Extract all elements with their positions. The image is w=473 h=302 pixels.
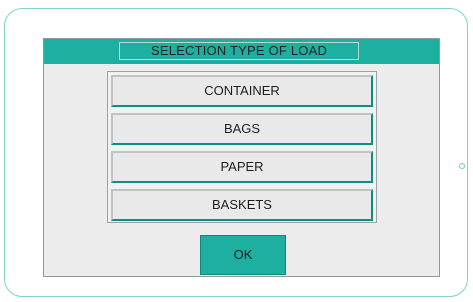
dialog-title: SELECTION TYPE OF LOAD — [119, 42, 359, 60]
option-baskets[interactable]: BASKETS — [111, 189, 373, 221]
load-type-dialog: SELECTION TYPE OF LOAD CONTAINER BAGS PA… — [43, 38, 440, 277]
camera-dot — [459, 163, 465, 169]
load-type-list: CONTAINER BAGS PAPER BASKETS — [107, 71, 377, 223]
title-bar: SELECTION TYPE OF LOAD — [44, 39, 439, 64]
option-container[interactable]: CONTAINER — [111, 75, 373, 107]
ok-button[interactable]: OK — [200, 235, 286, 275]
option-bags[interactable]: BAGS — [111, 113, 373, 145]
option-paper[interactable]: PAPER — [111, 151, 373, 183]
